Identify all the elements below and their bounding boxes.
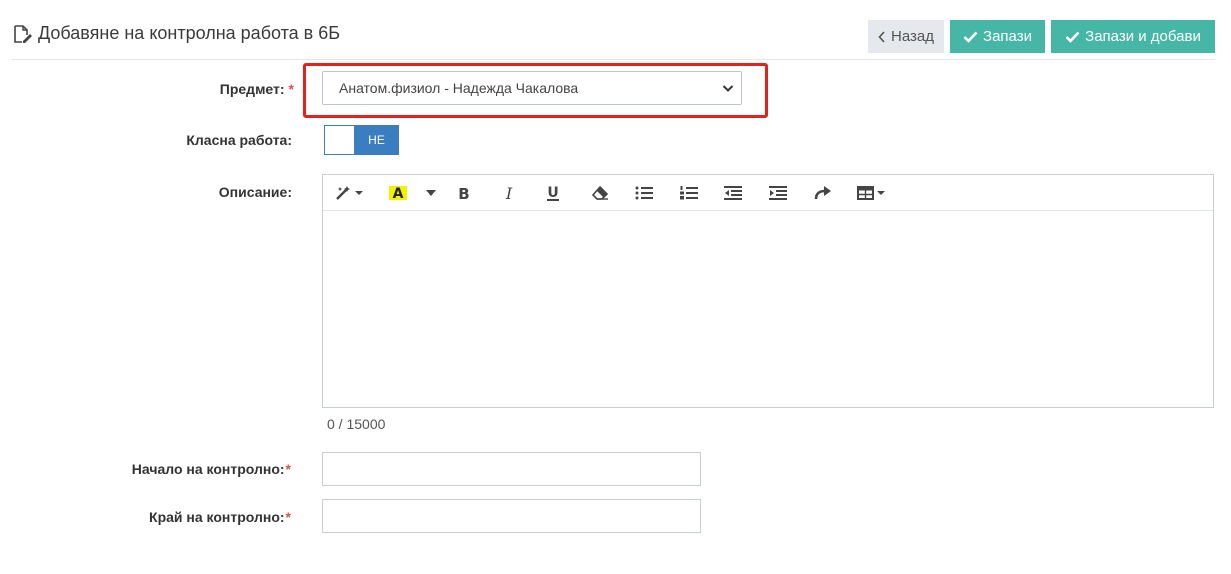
svg-text:I: I: [505, 185, 513, 201]
svg-text:U: U: [547, 185, 558, 201]
description-label: Описание:: [218, 184, 292, 200]
toggle-state-label: НЕ: [355, 126, 398, 154]
class-work-label: Класна работа:: [186, 132, 292, 148]
bullet-list-button[interactable]: [635, 184, 653, 202]
magic-wand-icon: [336, 186, 363, 200]
toggle-knob: [325, 126, 355, 154]
outdent-button[interactable]: [724, 184, 742, 202]
required-mark: *: [288, 81, 294, 97]
page-header: Добавяне на контролна работа в 6Б Назад …: [12, 18, 1215, 60]
required-mark: *: [285, 509, 291, 525]
caret-down-icon: [426, 190, 436, 196]
redo-icon: [814, 186, 831, 200]
start-datetime-input[interactable]: [322, 452, 701, 486]
underline-button[interactable]: U: [546, 184, 560, 202]
back-button-label: Назад: [891, 28, 934, 45]
save-and-add-button[interactable]: Запази и добави: [1051, 20, 1215, 53]
bold-button[interactable]: B: [457, 184, 471, 202]
numbered-list-button[interactable]: [680, 184, 698, 202]
eraser-icon: [591, 185, 609, 200]
chevron-down-icon: [722, 85, 734, 92]
font-color-dropdown[interactable]: [426, 184, 436, 202]
save-and-add-button-label: Запази и добави: [1085, 28, 1201, 45]
subject-select-value: Анатом.физиол - Надежда Чакалова: [339, 80, 579, 96]
underline-icon: U: [547, 185, 559, 201]
subject-label-text: Предмет:: [219, 81, 285, 97]
check-icon: [1065, 31, 1080, 43]
italic-icon: I: [505, 185, 513, 201]
class-work-toggle[interactable]: НЕ: [324, 125, 399, 155]
description-editor: A B I U: [322, 174, 1214, 408]
bold-icon: B: [458, 185, 469, 201]
check-icon: [963, 31, 978, 43]
subject-select[interactable]: Анатом.физиол - Надежда Чакалова: [322, 71, 742, 105]
editor-content-area[interactable]: [323, 212, 1213, 407]
end-datetime-input[interactable]: [322, 499, 701, 533]
page-title-text: Добавяне на контролна работа в 6Б: [38, 23, 341, 43]
eraser-button[interactable]: [591, 184, 609, 202]
svg-text:A: A: [393, 186, 404, 202]
back-button[interactable]: Назад: [868, 20, 944, 53]
save-button[interactable]: Запази: [950, 20, 1045, 53]
table-button[interactable]: [857, 184, 887, 202]
indent-icon: [769, 186, 787, 200]
save-button-label: Запази: [983, 28, 1032, 45]
editor-toolbar: A B I U: [323, 175, 1213, 211]
font-color-icon: A: [389, 186, 407, 202]
character-counter: 0 / 15000: [327, 416, 386, 432]
subject-label: Предмет: *: [220, 81, 294, 97]
table-icon: [857, 186, 885, 200]
bullet-list-icon: [635, 186, 653, 200]
italic-button[interactable]: I: [502, 184, 516, 202]
page-title: Добавяне на контролна работа в 6Б: [12, 23, 340, 44]
end-label-text: Край на контролно:: [149, 509, 285, 525]
end-label: Край на контролно:*: [149, 509, 291, 525]
outdent-icon: [724, 186, 742, 200]
magic-wand-button[interactable]: [335, 184, 365, 202]
redo-button[interactable]: [814, 184, 832, 202]
svg-text:B: B: [458, 185, 469, 201]
start-label-text: Начало на контролно:: [131, 461, 285, 477]
chevron-left-icon: [878, 30, 885, 43]
numbered-list-icon: [680, 186, 698, 200]
font-color-button[interactable]: A: [389, 184, 407, 202]
required-mark: *: [285, 461, 291, 477]
edit-document-icon: [14, 24, 32, 43]
start-label: Начало на контролно:*: [132, 461, 291, 477]
indent-button[interactable]: [769, 184, 787, 202]
